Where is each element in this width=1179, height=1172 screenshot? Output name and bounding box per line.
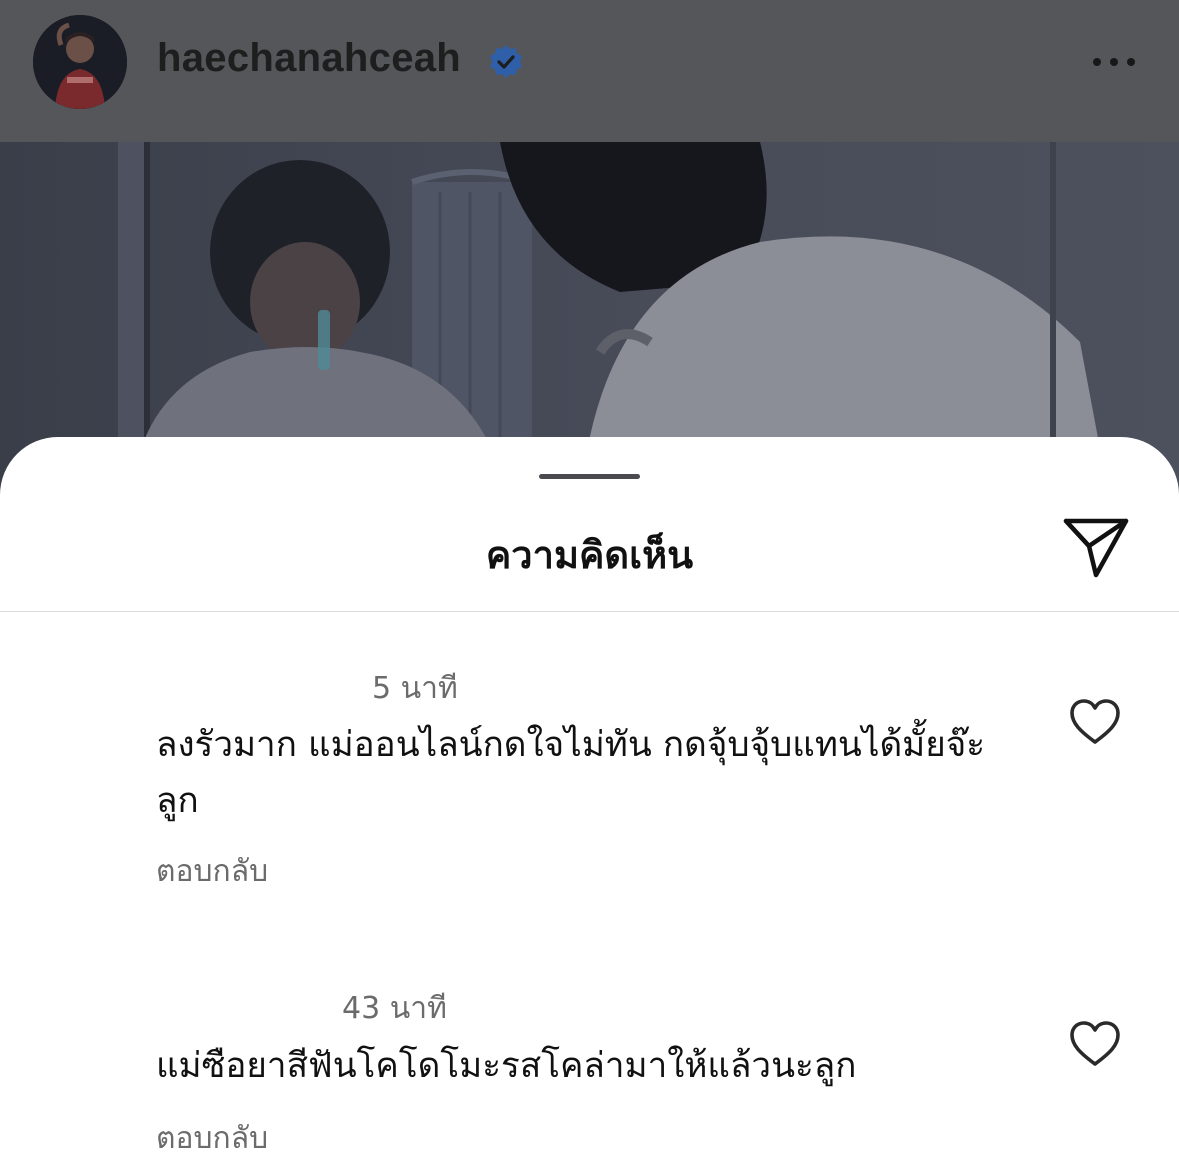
user-avatar[interactable] — [33, 15, 127, 109]
share-button[interactable] — [1058, 513, 1132, 579]
comment-text: แม่ซือยาสีฟันโคโดโมะรสโคล่ามาให้แล้วนะลู… — [156, 1046, 857, 1086]
heart-outline-icon — [1070, 1021, 1120, 1066]
verified-badge-icon — [490, 45, 522, 78]
heart-outline-icon — [1070, 699, 1120, 744]
like-button[interactable] — [1068, 1019, 1122, 1069]
comments-sheet: ความคิดเห็น 5 นาที ลงรัวมาก แม่ออนไลน์กด… — [0, 437, 1179, 1172]
reply-button[interactable]: ตอบกลับ — [156, 848, 268, 895]
comment-timestamp: 5 นาที — [372, 671, 458, 706]
more-options-icon — [1093, 58, 1101, 66]
reply-button[interactable]: ตอบกลับ — [156, 1115, 268, 1162]
paper-plane-icon — [1063, 518, 1129, 578]
post-username[interactable]: haechanahceah — [157, 36, 461, 81]
comment-timestamp: 43 นาที — [342, 991, 447, 1026]
comment-text: ลงรัวมาก แม่ออนไลน์กดใจไม่ทัน กดจุ้บจุ้บ… — [156, 725, 986, 821]
like-button[interactable] — [1068, 697, 1122, 747]
more-options-icon-dot — [1127, 58, 1135, 66]
post-header: haechanahceah — [0, 0, 1179, 142]
avatar-photo — [33, 15, 127, 109]
comments-sheet-title: ความคิดเห็น — [485, 533, 694, 577]
sheet-divider — [0, 611, 1179, 612]
sheet-grabber-handle[interactable] — [539, 474, 640, 479]
more-options-icon-dot — [1110, 58, 1118, 66]
more-options-button[interactable] — [1082, 48, 1146, 76]
